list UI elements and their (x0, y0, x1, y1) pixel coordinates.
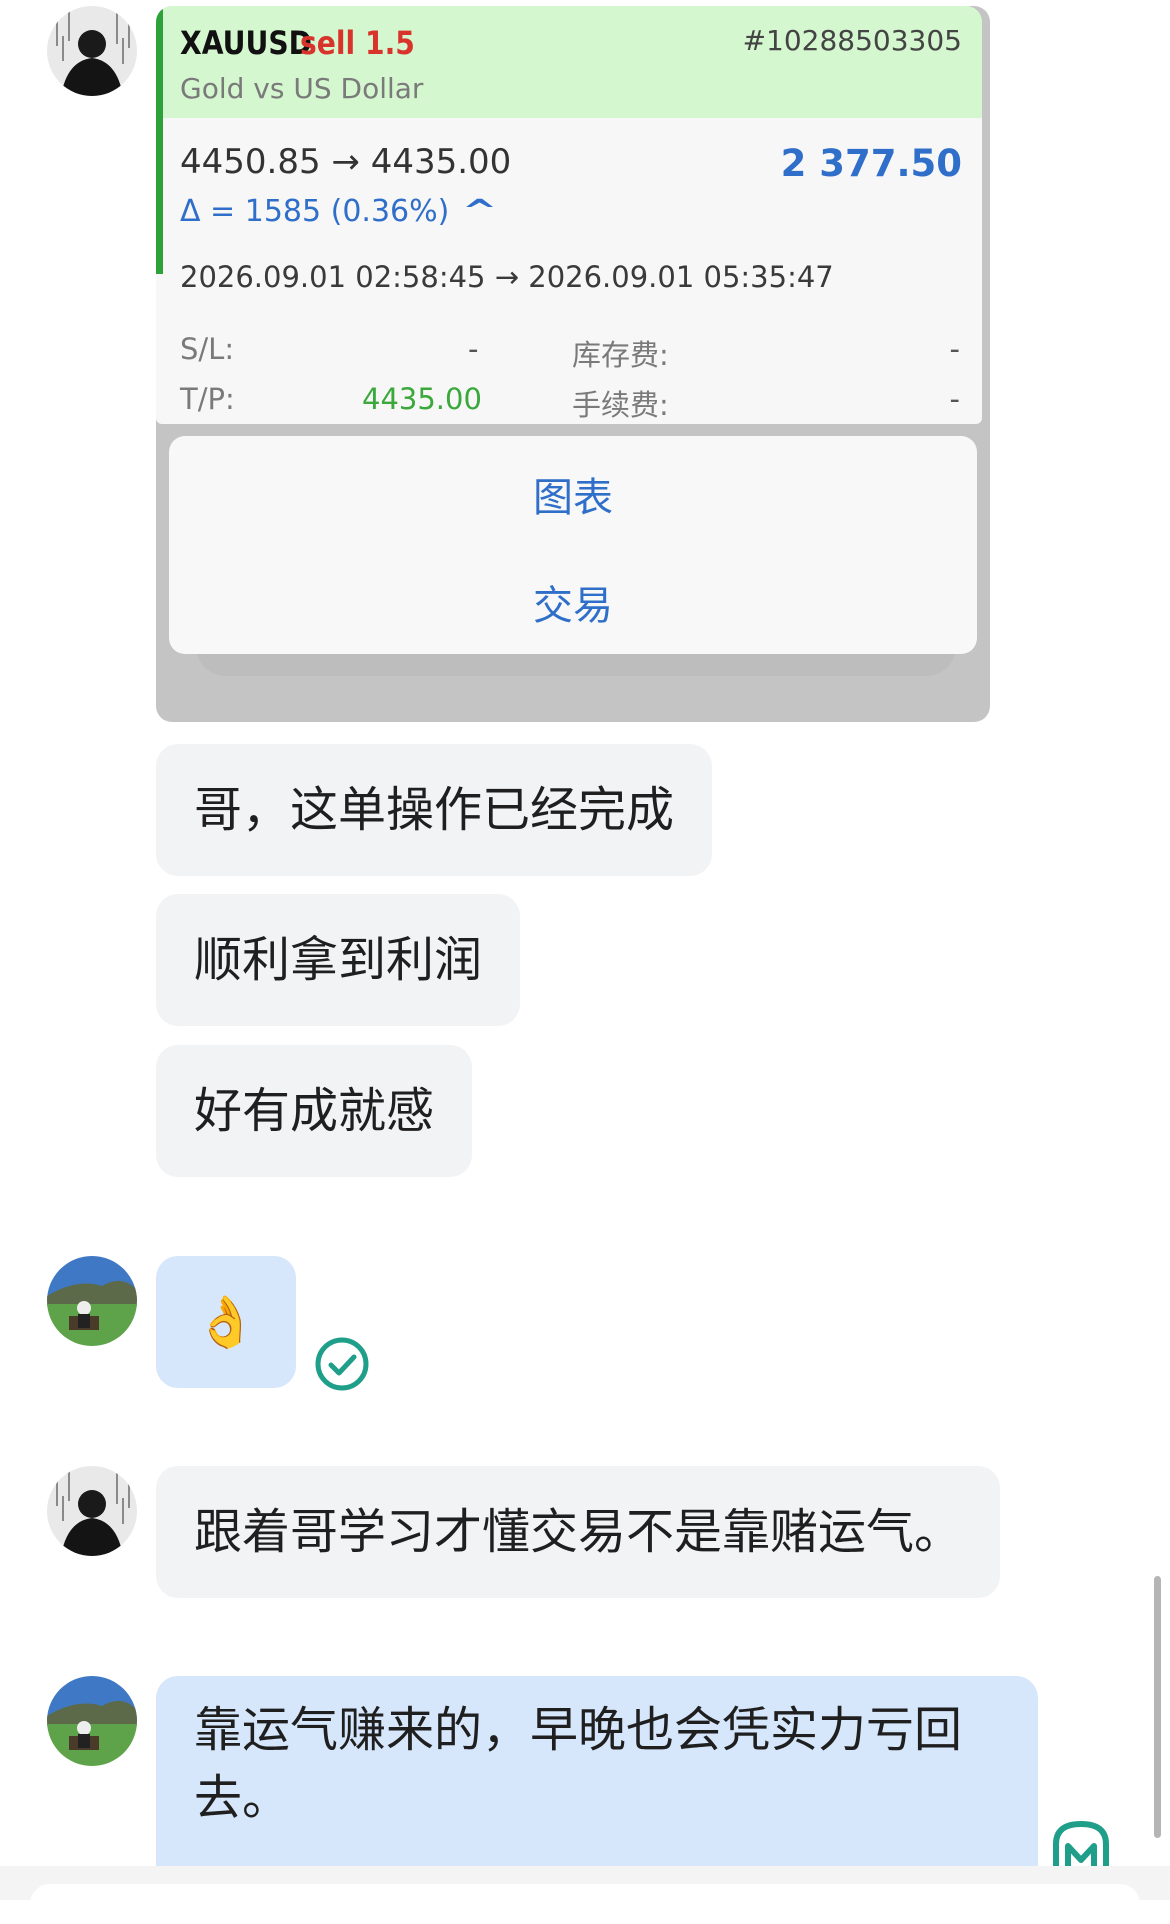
trade-detail-card: XAUUSD sell 1.5 #10288503305 Gold vs US … (156, 6, 982, 424)
fee-label: 手续费: (572, 388, 669, 422)
chevron-up-icon: ^ (461, 194, 498, 229)
trade-profit: 2 377.50 (780, 142, 962, 185)
trade-delta-text: Δ = 1585 (0.36%) (180, 194, 450, 229)
user-avatar-image (47, 1256, 137, 1346)
menu-item-chart[interactable]: 图表 (169, 474, 977, 522)
trade-accent-stripe (156, 6, 163, 274)
message-bubble[interactable]: 跟着哥学习才懂交易不是靠赌运气。 (156, 1466, 1001, 1598)
contact-avatar-image (47, 6, 137, 96)
contact-avatar-image (47, 1466, 137, 1556)
message-bubble[interactable]: 哥，这单操作已经完成 (156, 744, 713, 876)
message-bubble[interactable]: 顺利拿到利润 (156, 894, 521, 1026)
swap-label: 库存费: (572, 338, 669, 372)
message-bubble[interactable]: 👌 (156, 1256, 296, 1388)
trade-symbol: XAUUSD (180, 24, 313, 62)
message-text: 跟着哥学习才懂交易不是靠赌运气。 (194, 1504, 963, 1560)
message-text: 哥，这单操作已经完成 (194, 782, 675, 838)
message-input-field[interactable] (30, 1884, 1140, 1924)
swap-value: - (949, 332, 960, 366)
trade-order-id: #10288503305 (742, 24, 962, 57)
context-menu: 图表 交易 (169, 436, 977, 654)
trade-delta: Δ = 1585 (0.36%) ^ (180, 194, 497, 229)
trade-screenshot-image[interactable]: XAUUSD sell 1.5 #10288503305 Gold vs US … (156, 6, 990, 722)
message-text-line: 去。 (194, 1770, 291, 1826)
user-avatar-image (47, 1676, 137, 1766)
scrollbar[interactable] (1154, 1576, 1161, 1838)
check-circle-icon (314, 1336, 370, 1396)
message-text-line: 靠运气赚来的，早晚也会凭实力亏回 (194, 1702, 963, 1758)
menu-item-trade[interactable]: 交易 (169, 582, 977, 630)
user-avatar[interactable] (47, 1256, 137, 1346)
fee-value: - (949, 382, 960, 416)
sl-value: - (468, 332, 479, 366)
trade-side-volume: sell 1.5 (300, 24, 415, 62)
message-bubble[interactable]: 好有成就感 (156, 1045, 473, 1177)
user-avatar[interactable] (47, 1676, 137, 1766)
message-text: 好有成就感 (194, 1083, 435, 1139)
sl-label: S/L: (180, 332, 235, 366)
trade-times: 2026.09.01 02:58:45 → 2026.09.01 05:35:4… (180, 260, 834, 294)
tp-value: 4435.00 (362, 382, 482, 416)
contact-avatar[interactable] (47, 1466, 137, 1556)
trade-description: Gold vs US Dollar (180, 72, 424, 105)
trade-prices: 4450.85 → 4435.00 (180, 142, 512, 182)
message-text: 顺利拿到利润 (194, 932, 483, 988)
ok-hand-emoji: 👌 (194, 1293, 258, 1351)
message-bubble[interactable]: 靠运气赚来的，早晚也会凭实力亏回 去。 (156, 1676, 1038, 1866)
contact-avatar[interactable] (47, 6, 137, 96)
tp-label: T/P: (180, 382, 235, 416)
